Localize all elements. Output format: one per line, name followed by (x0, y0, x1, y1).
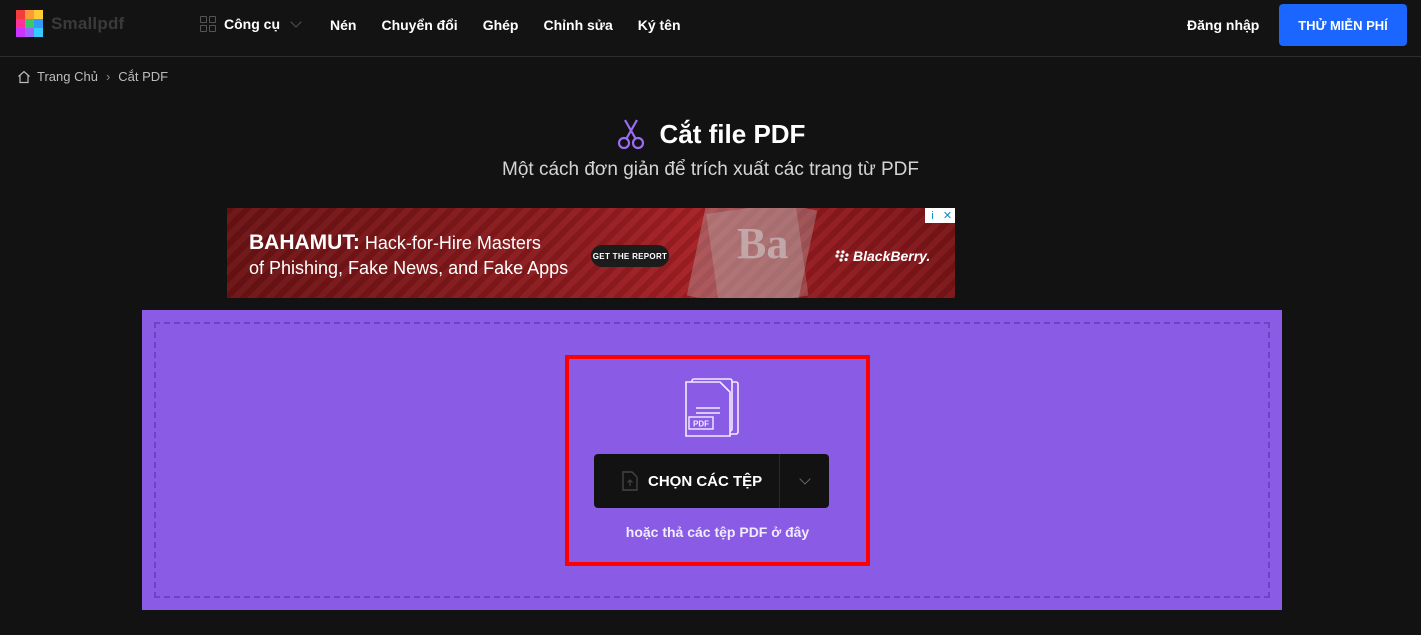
ad-headline-bold: BAHAMUT: (249, 231, 360, 254)
ad-headline-rest: Hack-for-Hire Masters (359, 233, 541, 253)
nav-link-edit[interactable]: Chỉnh sửa (543, 17, 612, 33)
ad-banner[interactable]: BAHAMUT: Hack-for-Hire Masters of Phishi… (227, 208, 955, 298)
ad-brand-label: BlackBerry. (853, 248, 931, 264)
free-trial-button[interactable]: THỬ MIỄN PHÍ (1279, 4, 1407, 46)
ad-get-report-button[interactable]: GET THE REPORT (591, 245, 669, 267)
file-upload-icon (622, 471, 638, 491)
ad-close-icon[interactable]: ✕ (940, 208, 955, 223)
blackberry-icon (835, 250, 849, 262)
ad-info-icon[interactable]: i (925, 208, 940, 223)
home-icon (18, 70, 30, 83)
page-subtitle: Một cách đơn giản để trích xuất các tran… (502, 159, 919, 180)
nav-link-compress[interactable]: Nén (330, 17, 356, 33)
smallpdf-logo[interactable]: Smallpdf (16, 10, 124, 37)
ad-headline-line2: of Phishing, Fake News, and Fake Apps (249, 258, 569, 278)
nav-links: Nén Chuyển đổi Ghép Chỉnh sửa Ký tên (330, 17, 681, 33)
top-navbar: Smallpdf Công cụ Nén Chuyển đổi Ghép Chỉ… (0, 0, 1421, 57)
logo-text: Smallpdf (51, 13, 125, 33)
choose-files-dropdown[interactable] (780, 454, 829, 508)
login-link[interactable]: Đăng nhập (1187, 17, 1259, 33)
svg-text:Ba: Ba (737, 219, 788, 268)
grid-icon (200, 16, 216, 32)
ad-brand: BlackBerry. (835, 248, 930, 264)
breadcrumb-current: Cắt PDF (118, 69, 169, 84)
nav-link-convert[interactable]: Chuyển đổi (381, 17, 457, 33)
tools-menu-label: Công cụ (224, 16, 280, 32)
breadcrumb-home[interactable]: Trang Chủ (37, 69, 98, 84)
logo-mark-icon (16, 10, 43, 37)
pdf-files-icon: PDF (685, 378, 739, 437)
ad-controls: i ✕ (925, 208, 955, 223)
chevron-down-icon (290, 16, 302, 28)
nav-link-sign[interactable]: Ký tên (638, 17, 681, 33)
breadcrumb: Trang Chủ › Cắt PDF (17, 69, 168, 84)
page-header: Cắt file PDF (0, 118, 1421, 150)
drop-hint: hoặc thả các tệp PDF ở đây (625, 524, 810, 540)
ad-headline: BAHAMUT: Hack-for-Hire Masters of Phishi… (249, 230, 568, 281)
choose-files-label: CHỌN CÁC TỆP (648, 472, 763, 490)
breadcrumb-separator: › (105, 69, 111, 84)
pdf-badge-label: PDF (693, 420, 709, 429)
choose-files-button[interactable]: CHỌN CÁC TỆP (594, 454, 829, 508)
nav-link-merge[interactable]: Ghép (483, 17, 519, 33)
page-title: Cắt file PDF (659, 118, 806, 149)
tools-menu[interactable]: Công cụ (200, 16, 302, 32)
chevron-down-icon (798, 473, 811, 485)
choose-files-main[interactable]: CHỌN CÁC TỆP (594, 454, 780, 508)
scissors-icon (617, 119, 644, 150)
ad-artwork: Ba (686, 208, 818, 298)
